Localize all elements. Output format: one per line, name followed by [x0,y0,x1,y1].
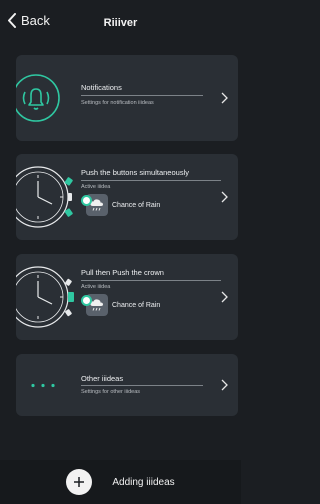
card-divider [81,95,203,96]
card-divider [81,180,221,181]
card-divider [81,280,221,281]
active-indicator [81,294,92,306]
card-title: Pull then Push the crown [81,268,164,277]
iidea-name: Chance of Rain [112,201,161,209]
chevron-right-icon [221,291,228,303]
card-divider [81,385,203,386]
chevron-left-icon [8,13,16,28]
nav-bar: Back Riiiver [0,0,241,44]
back-label: Back [21,13,50,28]
card-subtitle: Active iiidea [81,284,111,290]
active-indicator [81,194,92,206]
iidea-name: Chance of Rain [112,301,161,309]
add-iiideas-bar: Adding iiideas [0,460,241,504]
card-subtitle: Settings for notification iiideas [81,100,154,106]
chevron-right-icon [221,191,228,203]
page-title: Riiiver [103,17,138,29]
card-title: Other iiideas [81,374,124,383]
plus-icon [74,477,85,487]
more-dots-icon [31,383,55,388]
bell-icon [16,74,60,122]
active-iidea[interactable]: Chance of Rain [81,194,160,216]
active-iidea[interactable]: Chance of Rain [81,294,160,316]
card-subtitle: Settings for other iiideas [81,389,141,395]
button-action-card[interactable]: Push the buttons simultaneously Active i… [16,154,238,240]
add-label[interactable]: Adding iiideas [112,477,174,488]
crown-action-card[interactable]: Pull then Push the crown Active iiidea C… [16,254,238,340]
watch-buttons-icon [16,166,73,228]
card-title: Push the buttons simultaneously [81,168,189,177]
card-title: Notifications [81,83,122,92]
add-button[interactable] [66,469,93,495]
card-subtitle: Active iiidea [81,184,111,190]
notifications-card[interactable]: Notifications Settings for notification … [16,55,238,141]
watch-crown-icon [16,266,74,328]
other-iiideas-card[interactable]: Other iiideas Settings for other iiideas [16,354,238,416]
back-button[interactable]: Back [7,13,50,28]
chevron-right-icon [221,92,228,104]
chevron-right-icon [221,379,228,391]
